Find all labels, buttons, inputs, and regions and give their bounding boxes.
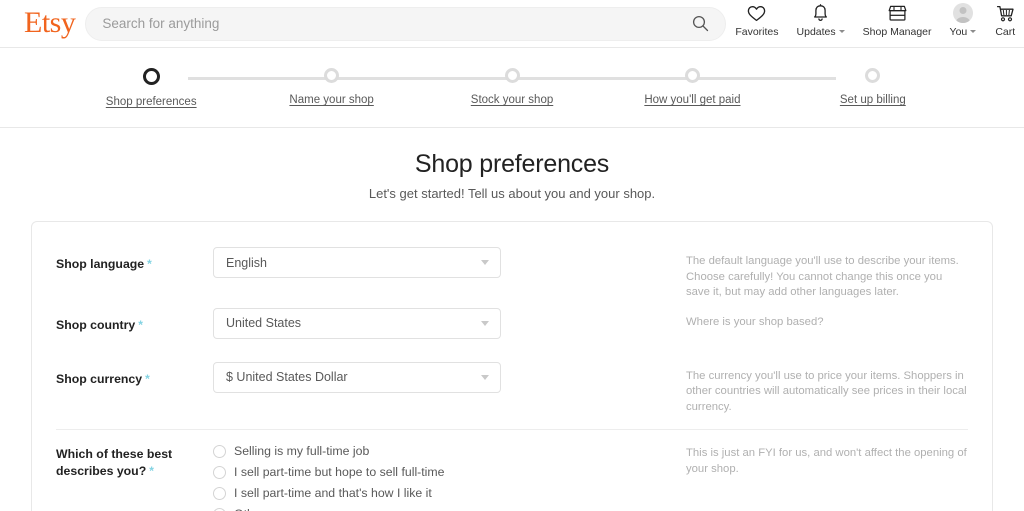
shop-language-select[interactable]: English	[213, 247, 501, 278]
stepper-step-set-up-billing[interactable]: Set up billing	[783, 68, 963, 108]
progress-stepper: Shop preferences Name your shop Stock yo…	[61, 48, 963, 108]
required-asterisk: *	[138, 318, 143, 332]
step-label[interactable]: Stock your shop	[471, 94, 553, 106]
search-bar[interactable]	[85, 7, 726, 41]
stepper-step-how-youll-get-paid[interactable]: How you'll get paid	[602, 68, 782, 108]
stepper-step-name-your-shop[interactable]: Name your shop	[241, 68, 421, 108]
field-control-shop-country: United States	[213, 308, 501, 339]
nav-label-favorites: Favorites	[735, 26, 778, 38]
form-row-shop-currency: Shop currency* $ United States Dollar Th…	[56, 355, 968, 416]
field-label-describes-you: Which of these best describes you?*	[56, 444, 213, 480]
shop-currency-select[interactable]: $ United States Dollar	[213, 362, 501, 393]
chevron-down-icon	[839, 30, 845, 33]
shop-country-select[interactable]: United States	[213, 308, 501, 339]
header-nav: Favorites Updates	[726, 0, 1024, 48]
storefront-icon	[887, 3, 908, 24]
field-control-shop-currency: $ United States Dollar	[213, 362, 501, 393]
search-input[interactable]	[86, 9, 666, 39]
nav-item-favorites[interactable]: Favorites	[726, 3, 787, 38]
field-label-shop-country: Shop country*	[56, 308, 213, 334]
etsy-logo[interactable]: Etsy	[24, 8, 75, 40]
chevron-down-icon	[481, 321, 489, 326]
radio-option-label: Other	[234, 507, 265, 511]
step-dot-active	[143, 68, 160, 85]
form-row-describes-you: Which of these best describes you?* Sell…	[56, 430, 968, 511]
field-help-describes-you: This is just an FYI for us, and won't af…	[501, 444, 968, 477]
chevron-down-icon	[481, 375, 489, 380]
nav-label-you-text: You	[950, 26, 968, 38]
site-header: Etsy Favorites	[0, 0, 1024, 48]
step-label[interactable]: Name your shop	[289, 94, 373, 106]
nav-item-cart[interactable]: Cart	[985, 3, 1024, 38]
nav-label-you: You	[950, 26, 977, 38]
required-asterisk: *	[149, 464, 154, 478]
form-row-shop-language: Shop language* English The default langu…	[56, 240, 968, 301]
field-label-shop-language: Shop language*	[56, 247, 213, 273]
stepper-steps: Shop preferences Name your shop Stock yo…	[61, 68, 963, 108]
field-label-text: Shop currency	[56, 372, 142, 386]
step-dot	[865, 68, 880, 83]
chevron-down-icon	[970, 30, 976, 33]
stepper-step-stock-your-shop[interactable]: Stock your shop	[422, 68, 602, 108]
field-label-text: Which of these best describes you?	[56, 447, 172, 478]
avatar	[953, 3, 973, 23]
bell-icon	[812, 3, 829, 24]
page-subtitle: Let's get started! Tell us about you and…	[0, 186, 1024, 201]
shop-country-value: United States	[214, 316, 301, 330]
shop-language-value: English	[214, 256, 267, 270]
chevron-down-icon	[481, 260, 489, 265]
describes-you-radio-group: Selling is my full-time job I sell part-…	[213, 444, 501, 511]
step-dot	[324, 68, 339, 83]
shop-preferences-card: Shop language* English The default langu…	[31, 221, 993, 511]
radio-option-part-time-hope-full-time[interactable]: I sell part-time but hope to sell full-t…	[213, 465, 501, 479]
radio-option-label: I sell part-time but hope to sell full-t…	[234, 465, 445, 479]
radio-circle-icon[interactable]	[213, 487, 226, 500]
stepper-step-shop-preferences[interactable]: Shop preferences	[61, 68, 241, 108]
step-label[interactable]: How you'll get paid	[644, 94, 740, 106]
nav-label-shop-manager: Shop Manager	[863, 26, 932, 38]
nav-item-shop-manager[interactable]: Shop Manager	[854, 3, 941, 38]
page-title: Shop preferences	[0, 150, 1024, 179]
step-label[interactable]: Set up billing	[840, 94, 906, 106]
field-help-shop-currency: The currency you'll use to price your it…	[501, 362, 968, 416]
nav-label-updates-text: Updates	[797, 26, 836, 38]
progress-stepper-section: Shop preferences Name your shop Stock yo…	[0, 48, 1024, 128]
step-dot	[505, 68, 520, 83]
nav-item-updates[interactable]: Updates	[788, 3, 854, 38]
required-asterisk: *	[145, 372, 150, 386]
field-label-text: Shop language	[56, 257, 144, 271]
nav-label-cart: Cart	[995, 26, 1015, 38]
avatar-icon	[953, 3, 973, 24]
radio-circle-icon[interactable]	[213, 466, 226, 479]
nav-item-you[interactable]: You	[941, 3, 986, 38]
field-label-text: Shop country	[56, 318, 135, 332]
cart-icon	[996, 3, 1015, 24]
page-header: Shop preferences Let's get started! Tell…	[0, 128, 1024, 201]
field-help-shop-language: The default language you'll use to descr…	[501, 247, 968, 301]
radio-option-label: Selling is my full-time job	[234, 444, 369, 458]
nav-label-updates: Updates	[797, 26, 845, 38]
search-icon[interactable]	[689, 13, 711, 35]
heart-icon	[747, 3, 766, 24]
radio-option-label: I sell part-time and that's how I like i…	[234, 486, 432, 500]
field-control-shop-language: English	[213, 247, 501, 278]
radio-circle-icon[interactable]	[213, 508, 226, 511]
form-row-shop-country: Shop country* United States Where is you…	[56, 301, 968, 355]
step-dot	[685, 68, 700, 83]
radio-option-full-time-job[interactable]: Selling is my full-time job	[213, 444, 501, 458]
radio-option-other[interactable]: Other	[213, 507, 501, 511]
required-asterisk: *	[147, 257, 152, 271]
radio-option-part-time-like-it[interactable]: I sell part-time and that's how I like i…	[213, 486, 501, 500]
shop-currency-value: $ United States Dollar	[214, 370, 348, 384]
field-help-shop-country: Where is your shop based?	[501, 308, 968, 331]
step-label[interactable]: Shop preferences	[106, 96, 197, 108]
radio-circle-icon[interactable]	[213, 445, 226, 458]
field-label-shop-currency: Shop currency*	[56, 362, 213, 388]
